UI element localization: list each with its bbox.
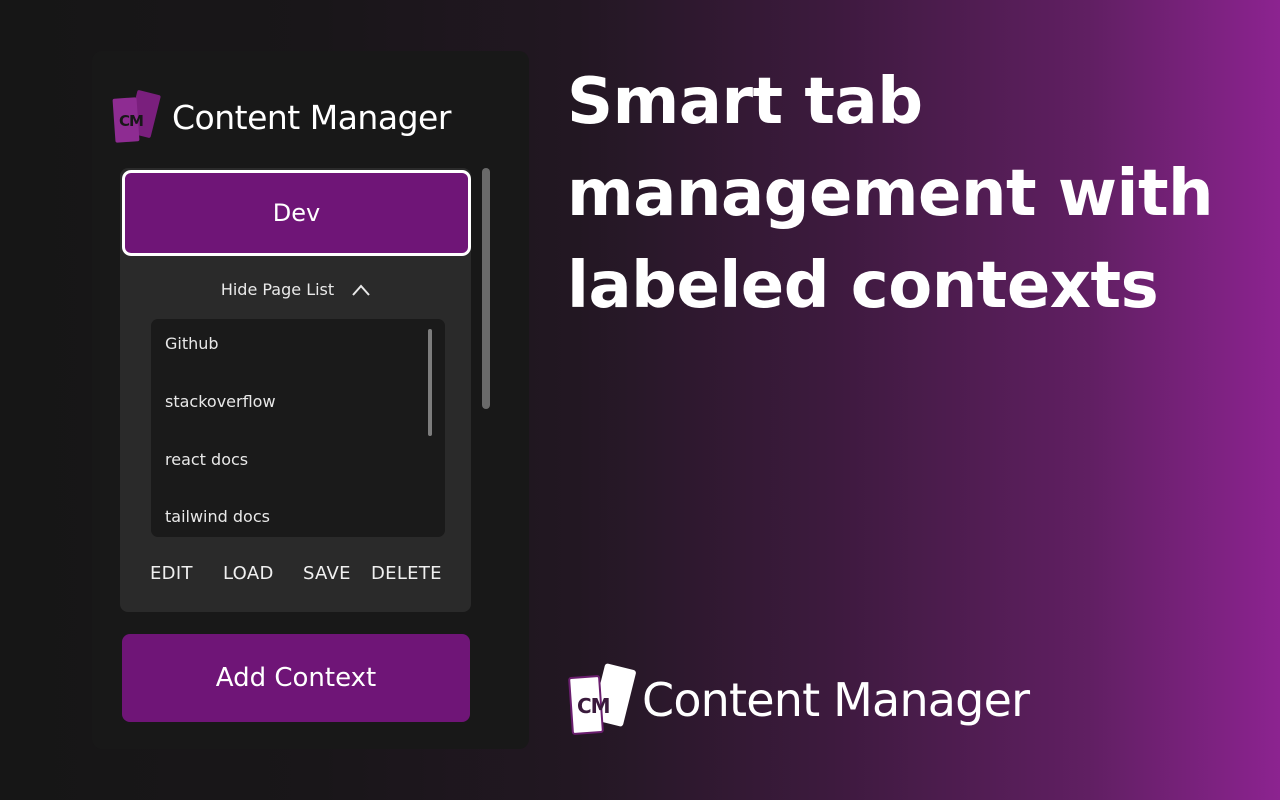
load-button[interactable]: LOAD [223,563,274,584]
extension-popup: CM Content Manager Dev Hide Page List Gi… [92,51,529,749]
toggle-label: Hide Page List [220,280,335,299]
chevron-up-icon [352,283,370,296]
headline-line-1: Smart tab [567,65,923,139]
cm-cards-logo-icon: CM [112,89,164,144]
add-context-button[interactable]: Add Context [122,634,470,722]
logo-mark: CM [119,112,144,130]
page-item-stackoverflow[interactable]: stackoverflow [165,392,276,411]
hide-page-list-toggle[interactable]: Hide Page List [120,280,471,299]
cm-cards-logo-icon: CM [568,662,637,736]
page-list[interactable]: Github stackoverflow react docs tailwind… [151,319,445,537]
page-item-github[interactable]: Github [165,334,219,353]
context-actions: EDIT LOAD SAVE DELETE [120,563,471,589]
edit-button[interactable]: EDIT [150,563,193,584]
brand-lockup: CM Content Manager [568,662,1030,736]
page-list-scrollbar[interactable] [428,329,432,436]
popup-scrollbar[interactable] [482,168,490,409]
hero-headline: Smart tab management with labeled contex… [567,56,1257,332]
popup-header: CM Content Manager [112,89,451,145]
headline-line-3: labeled contexts [567,249,1159,323]
delete-button[interactable]: DELETE [371,563,442,584]
brand-title: Content Manager [642,673,1030,727]
headline-line-2: management with [567,157,1214,231]
page-item-react-docs[interactable]: react docs [165,450,248,469]
context-dev-button[interactable]: Dev [122,170,471,256]
save-button[interactable]: SAVE [303,563,351,584]
popup-title: Content Manager [172,97,451,137]
page-item-tailwind-docs[interactable]: tailwind docs [165,507,270,526]
brand-logo-mark: CM [577,694,611,718]
